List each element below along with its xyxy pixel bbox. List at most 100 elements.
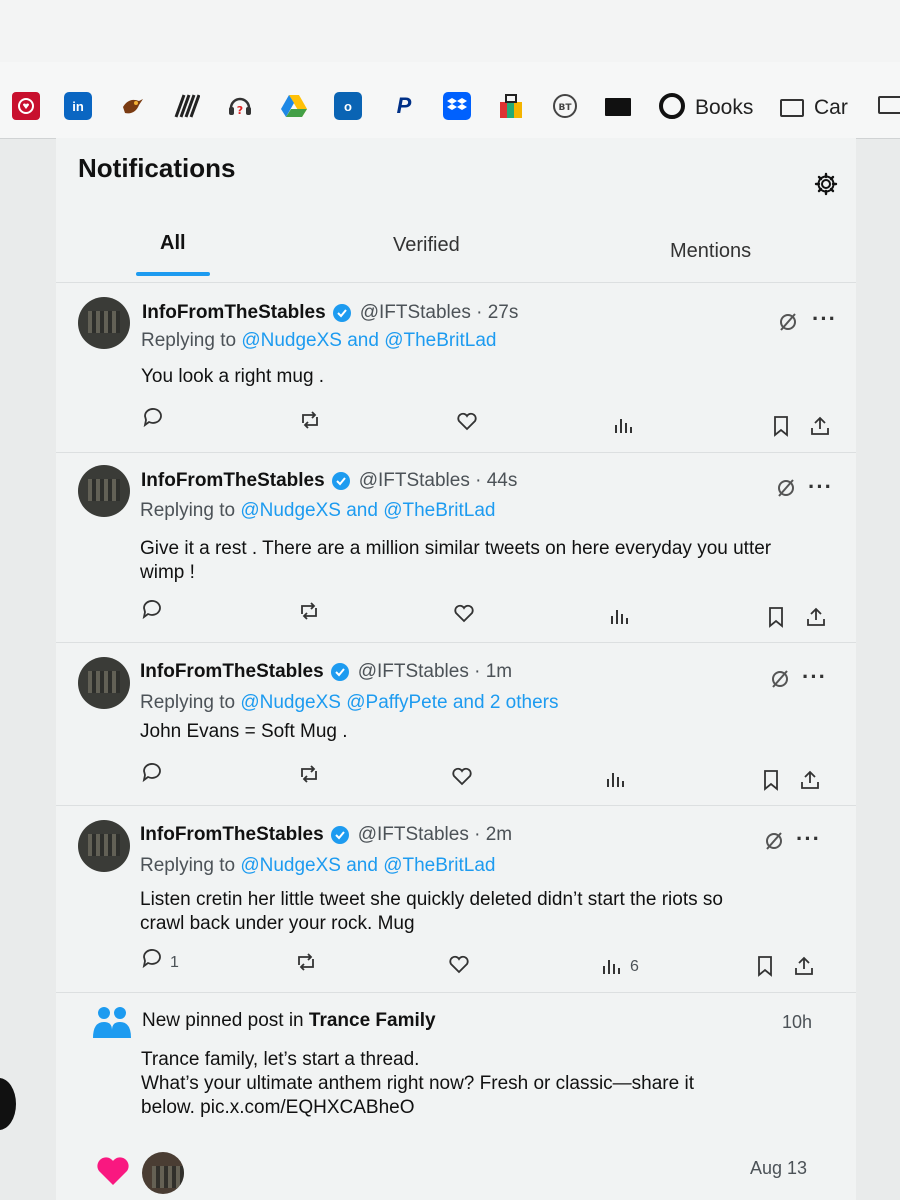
bookmark-icon[interactable] — [753, 954, 777, 978]
more-options-icon[interactable]: ··· — [808, 474, 833, 500]
tweet-header: InfoFromTheStables @IFTStables · 1m — [140, 661, 512, 683]
replying-to: Replying to @NudgeXS and @TheBritLad — [140, 500, 495, 522]
repost-icon[interactable] — [294, 950, 318, 974]
avatar[interactable] — [142, 1152, 184, 1194]
folder-icon — [780, 99, 804, 117]
like-icon[interactable] — [447, 952, 471, 976]
avatar[interactable] — [78, 297, 130, 349]
item-divider — [56, 805, 856, 806]
verified-badge-icon — [330, 826, 349, 844]
google-drive-icon[interactable] — [280, 92, 308, 120]
folder-icon — [878, 96, 900, 114]
pinned-prefix: New pinned post in — [142, 1010, 304, 1031]
author-handle[interactable]: @IFTStables — [359, 470, 470, 492]
share-icon[interactable] — [804, 605, 828, 629]
bookmark-folder-car[interactable]: Car — [780, 96, 848, 120]
replying-to-link[interactable]: @NudgeXS and @TheBritLad — [240, 500, 495, 521]
floating-action-button[interactable] — [0, 1078, 16, 1130]
barcode-bookmark-icon[interactable] — [605, 98, 631, 116]
bt-icon[interactable]: BT — [551, 92, 579, 120]
community-name[interactable]: Trance Family — [309, 1010, 436, 1031]
tab-verified[interactable]: Verified — [393, 234, 460, 257]
grok-slash-icon[interactable] — [776, 310, 800, 334]
paypal-icon[interactable]: P — [390, 92, 418, 120]
author-handle[interactable]: @IFTStables — [360, 302, 471, 324]
linkedin-icon[interactable]: in — [64, 92, 92, 120]
tweet-text: Listen cretin her little tweet she quick… — [140, 888, 840, 936]
heart-icon — [97, 1157, 129, 1185]
grok-slash-icon[interactable] — [762, 829, 786, 853]
tweet-time[interactable]: · 1m — [474, 661, 512, 683]
author-name[interactable]: InfoFromTheStables — [142, 302, 326, 324]
tabs-divider — [56, 282, 856, 283]
bird-bookmark-icon[interactable] — [118, 92, 146, 120]
more-options-icon[interactable]: ··· — [796, 826, 821, 852]
author-handle[interactable]: @IFTStables — [358, 661, 469, 683]
replying-to-link[interactable]: @NudgeXS and @TheBritLad — [241, 330, 496, 351]
avatar[interactable] — [78, 820, 130, 872]
bookmark-icon[interactable] — [759, 768, 783, 792]
settings-gear-icon[interactable] — [814, 172, 838, 196]
item-divider — [56, 452, 856, 453]
repost-icon[interactable] — [298, 408, 322, 432]
bookmark-car-label: Car — [814, 96, 848, 119]
like-icon[interactable] — [450, 764, 474, 788]
tweet-time[interactable]: · 44s — [475, 470, 517, 492]
replying-to-link[interactable]: @NudgeXS @PaffyPete and 2 others — [240, 692, 558, 713]
tab-all[interactable]: All — [160, 232, 186, 255]
replying-to-link[interactable]: @NudgeXS and @TheBritLad — [240, 855, 495, 876]
tab-active-indicator — [136, 272, 210, 276]
outlook-icon[interactable]: o — [334, 92, 362, 120]
more-options-icon[interactable]: ··· — [802, 664, 827, 690]
views-count: 6 — [630, 958, 639, 975]
tweet-time[interactable]: · 2m — [474, 824, 512, 846]
reply-icon[interactable] — [140, 760, 164, 784]
author-name[interactable]: InfoFromTheStables — [141, 470, 325, 492]
verified-badge-icon — [332, 304, 351, 322]
like-icon[interactable] — [452, 601, 476, 625]
share-icon[interactable] — [808, 414, 832, 438]
grok-slash-icon[interactable] — [774, 476, 798, 500]
more-options-icon[interactable]: ··· — [812, 306, 837, 332]
reply-count: 1 — [170, 954, 179, 971]
views-icon[interactable] — [608, 604, 632, 628]
views-icon[interactable] — [604, 767, 628, 791]
tweet-header: InfoFromTheStables @IFTStables · 27s — [142, 302, 518, 324]
like-icon[interactable] — [455, 409, 479, 433]
repost-icon[interactable] — [297, 762, 321, 786]
bookmark-folder-more[interactable] — [878, 96, 900, 114]
reply-icon[interactable] — [140, 946, 164, 970]
avatar[interactable] — [78, 465, 130, 517]
verified-badge-icon — [330, 663, 349, 681]
bookmark-icon[interactable] — [764, 605, 788, 629]
tweet-text: You look a right mug . — [141, 365, 324, 389]
avatar[interactable] — [78, 657, 130, 709]
pinned-text-line[interactable]: below. pic.x.com/EQHXCABheO — [141, 1096, 841, 1120]
share-icon[interactable] — [798, 768, 822, 792]
bookmark-icon[interactable] — [769, 414, 793, 438]
circle-bookmark-icon[interactable] — [658, 92, 686, 120]
author-handle[interactable]: @IFTStables — [358, 824, 469, 846]
share-icon[interactable] — [792, 954, 816, 978]
author-name[interactable]: InfoFromTheStables — [140, 661, 324, 683]
replying-to: Replying to @NudgeXS and @TheBritLad — [140, 855, 495, 877]
author-name[interactable]: InfoFromTheStables — [140, 824, 324, 846]
dropbox-icon[interactable] — [443, 92, 471, 120]
help-headset-icon[interactable]: ? — [226, 92, 254, 120]
grok-slash-icon[interactable] — [768, 667, 792, 691]
gift-bookmark-icon[interactable] — [497, 92, 525, 120]
stripes-bookmark-icon[interactable] — [172, 92, 200, 120]
tweet-time[interactable]: · 27s — [476, 302, 518, 324]
tweet-text-line: You look a right mug . — [141, 366, 325, 387]
bookmark-books[interactable]: Books — [695, 96, 753, 120]
reply-icon[interactable] — [140, 597, 164, 621]
reply-icon[interactable] — [141, 405, 165, 429]
pinned-text: Trance family, let’s start a thread. Wha… — [141, 1048, 841, 1120]
replying-to: Replying to @NudgeXS and @TheBritLad — [141, 330, 496, 352]
tab-mentions[interactable]: Mentions — [670, 240, 751, 263]
repost-icon[interactable] — [297, 599, 321, 623]
like-time: Aug 13 — [750, 1158, 808, 1178]
views-icon[interactable] — [612, 413, 636, 437]
views-icon[interactable] — [600, 954, 624, 978]
bookmark-shield-icon[interactable] — [12, 92, 40, 120]
